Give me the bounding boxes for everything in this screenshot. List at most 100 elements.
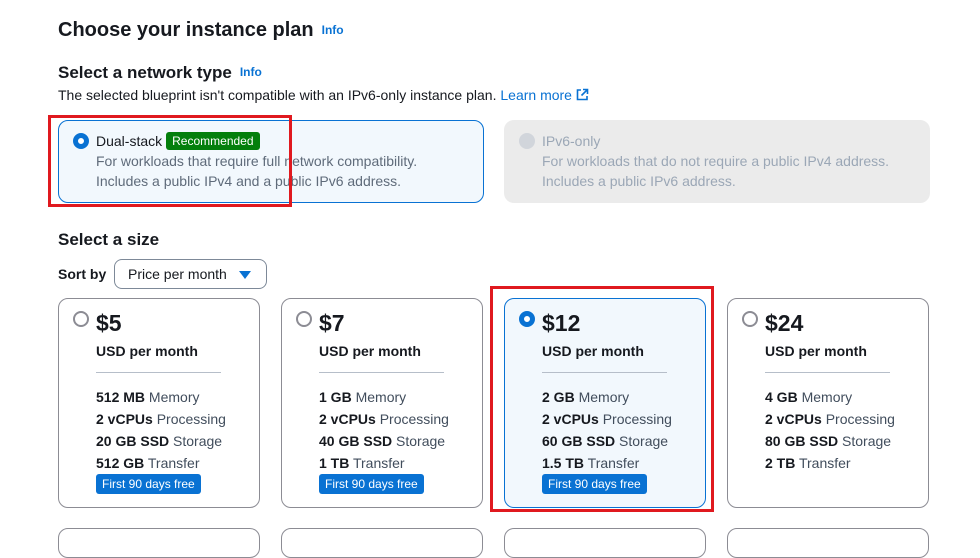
dual-stack-label: Dual-stack Recommended: [96, 132, 260, 150]
plan-memory-value: 512 MB: [96, 389, 146, 405]
plan-cpus: 2 vCPUs Processing: [96, 410, 226, 428]
plan-per-month: USD per month: [542, 343, 644, 359]
plan-cpus: 2 vCPUs Processing: [319, 410, 449, 428]
plan-storage: 40 GB SSD Storage: [319, 432, 445, 450]
ipv6-only-label: IPv6-only: [542, 133, 601, 149]
plan-cpus-value: 2 vCPUs: [96, 411, 153, 427]
plan-cpus-label: Processing: [825, 411, 895, 427]
plan-transfer-label: Transfer: [587, 455, 640, 471]
plan-price: $7: [319, 310, 345, 336]
info-link[interactable]: Info: [322, 23, 344, 37]
plan-transfer: 1.5 TB Transfer: [542, 454, 639, 472]
recommended-badge: Recommended: [166, 132, 260, 150]
compatibility-note: The selected blueprint isn't compatible …: [58, 86, 589, 106]
plan-cpus-value: 2 vCPUs: [319, 411, 376, 427]
learn-more-label[interactable]: Learn more: [500, 87, 572, 103]
plan-radio[interactable]: [519, 311, 535, 327]
plan-cpus-label: Processing: [602, 411, 672, 427]
plan-memory: 2 GB Memory: [542, 388, 629, 406]
ipv6-only-desc-1: For workloads that do not require a publ…: [542, 153, 890, 169]
plan-cpus-value: 2 vCPUs: [765, 411, 822, 427]
dual-stack-label-text: Dual-stack: [96, 133, 163, 149]
plan-card-next[interactable]: [58, 528, 260, 558]
plan-price: $12: [542, 310, 581, 336]
plan-cpus-label: Processing: [156, 411, 226, 427]
free-trial-badge: First 90 days free: [96, 474, 201, 494]
plan-storage-label: Storage: [173, 433, 223, 449]
plan-radio[interactable]: [296, 311, 312, 327]
network-info-link[interactable]: Info: [240, 65, 262, 79]
plan-storage-value: 20 GB SSD: [96, 433, 170, 449]
plan-storage: 60 GB SSD Storage: [542, 432, 668, 450]
plan-memory: 1 GB Memory: [319, 388, 406, 406]
plan-transfer-value: 1.5 TB: [542, 455, 585, 471]
plan-transfer-value: 512 GB: [96, 455, 145, 471]
plan-transfer-value: 1 TB: [319, 455, 350, 471]
plan-card-7[interactable]: $7 USD per month 1 GB Memory 2 vCPUs Pro…: [281, 298, 483, 508]
plan-card-12[interactable]: $12 USD per month 2 GB Memory 2 vCPUs Pr…: [504, 298, 706, 508]
free-trial-badge: First 90 days free: [319, 474, 424, 494]
external-link-icon: [575, 88, 589, 106]
plan-storage-value: 80 GB SSD: [765, 433, 839, 449]
plan-storage: 20 GB SSD Storage: [96, 432, 222, 450]
plan-radio[interactable]: [742, 311, 758, 327]
dual-stack-desc-2: Includes a public IPv4 and a public IPv6…: [96, 173, 402, 189]
plan-memory-value: 1 GB: [319, 389, 352, 405]
page-title: Choose your instance plan Info: [58, 17, 344, 43]
plan-card-next[interactable]: [281, 528, 483, 558]
plan-storage: 80 GB SSD Storage: [765, 432, 891, 450]
sort-label: Sort by: [58, 266, 107, 282]
caret-down-icon[interactable]: [239, 271, 251, 279]
plan-storage-value: 60 GB SSD: [542, 433, 616, 449]
network-option-ipv6-only: IPv6-only For workloads that do not requ…: [504, 120, 930, 203]
sort-select[interactable]: Price per month: [114, 259, 267, 289]
plan-memory: 4 GB Memory: [765, 388, 852, 406]
plan-transfer-label: Transfer: [352, 455, 405, 471]
plan-storage-label: Storage: [396, 433, 446, 449]
dual-stack-radio[interactable]: [73, 133, 89, 149]
plan-transfer: 1 TB Transfer: [319, 454, 405, 472]
network-type-heading: Select a network type Info: [58, 61, 262, 84]
learn-more-link[interactable]: Learn more: [500, 87, 589, 103]
network-type-title: Select a network type: [58, 63, 232, 82]
plan-memory-value: 2 GB: [542, 389, 575, 405]
compatibility-note-text: The selected blueprint isn't compatible …: [58, 87, 497, 103]
plan-price: $24: [765, 310, 804, 336]
plan-card-next[interactable]: [504, 528, 706, 558]
plan-cpus: 2 vCPUs Processing: [765, 410, 895, 428]
page-title-text: Choose your instance plan: [58, 19, 314, 41]
plan-card-5[interactable]: $5 USD per month 512 MB Memory 2 vCPUs P…: [58, 298, 260, 508]
ipv6-only-radio: [519, 133, 535, 149]
plan-cpus-label: Processing: [379, 411, 449, 427]
plan-memory-label: Memory: [801, 389, 853, 405]
select-size-heading: Select a size: [58, 230, 160, 249]
dual-stack-desc-1: For workloads that require full network …: [96, 153, 418, 169]
plan-divider: [319, 372, 444, 373]
plan-divider: [542, 372, 667, 373]
plan-transfer-label: Transfer: [147, 455, 200, 471]
plan-transfer-label: Transfer: [798, 455, 851, 471]
plan-transfer: 2 TB Transfer: [765, 454, 851, 472]
plan-card-next[interactable]: [727, 528, 929, 558]
plan-cpus: 2 vCPUs Processing: [542, 410, 672, 428]
plan-memory-label: Memory: [355, 389, 407, 405]
free-trial-badge: First 90 days free: [542, 474, 647, 494]
plan-memory-label: Memory: [578, 389, 630, 405]
network-option-dual-stack[interactable]: Dual-stack Recommended For workloads that…: [58, 120, 484, 203]
plan-memory-label: Memory: [148, 389, 200, 405]
sort-select-value[interactable]: Price per month: [128, 266, 227, 282]
plan-divider: [96, 372, 221, 373]
plan-transfer-value: 2 TB: [765, 455, 796, 471]
plan-storage-value: 40 GB SSD: [319, 433, 393, 449]
plan-radio[interactable]: [73, 311, 89, 327]
plan-card-24[interactable]: $24 USD per month 4 GB Memory 2 vCPUs Pr…: [727, 298, 929, 508]
plan-transfer: 512 GB Transfer: [96, 454, 200, 472]
plan-memory: 512 MB Memory: [96, 388, 199, 406]
plan-cpus-value: 2 vCPUs: [542, 411, 599, 427]
plan-storage-label: Storage: [842, 433, 892, 449]
ipv6-only-desc-2: Includes a public IPv6 address.: [542, 173, 736, 189]
plan-storage-label: Storage: [619, 433, 669, 449]
plan-memory-value: 4 GB: [765, 389, 798, 405]
plan-per-month: USD per month: [765, 343, 867, 359]
plan-divider: [765, 372, 890, 373]
